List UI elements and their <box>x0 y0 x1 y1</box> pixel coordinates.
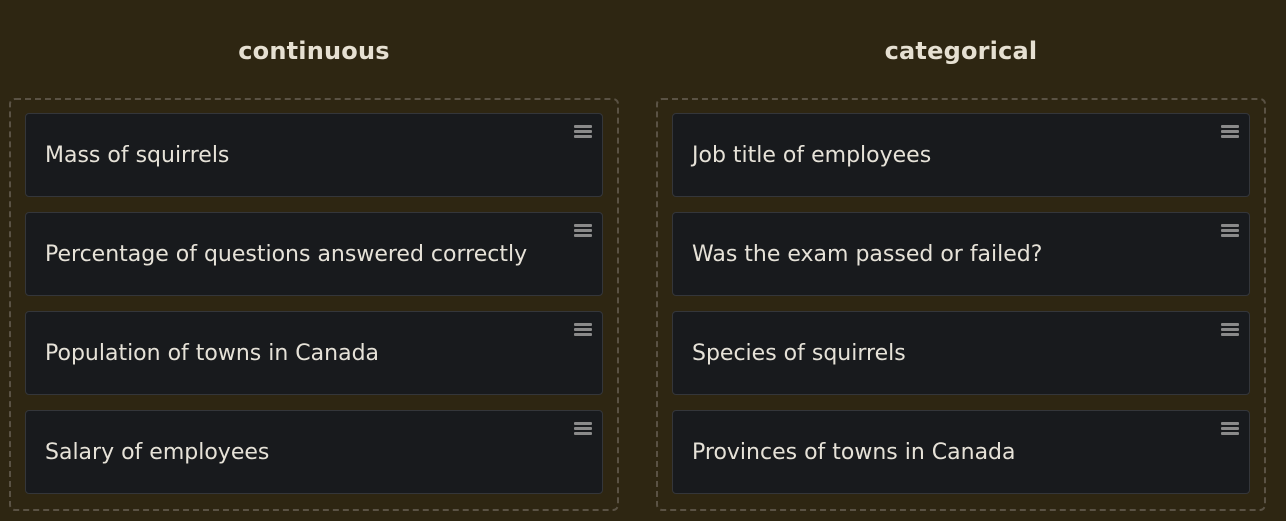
card-label: Provinces of towns in Canada <box>692 440 1016 465</box>
drag-handle-icon[interactable] <box>1221 224 1239 238</box>
drag-handle-icon[interactable] <box>574 125 592 139</box>
dropzone-continuous[interactable]: Mass of squirrels Percentage of question… <box>9 98 619 511</box>
column-title-continuous: continuous <box>238 37 390 65</box>
drag-handle-icon[interactable] <box>574 422 592 436</box>
card-label: Mass of squirrels <box>45 143 230 168</box>
drag-drop-board: continuous Mass of squirrels Percentage … <box>0 0 1286 521</box>
dropzone-categorical[interactable]: Job title of employees Was the exam pass… <box>656 98 1266 511</box>
draggable-card[interactable]: Population of towns in Canada <box>25 311 603 395</box>
draggable-card[interactable]: Was the exam passed or failed? <box>672 212 1250 296</box>
draggable-card[interactable]: Mass of squirrels <box>25 113 603 197</box>
card-label: Salary of employees <box>45 440 270 465</box>
card-label: Population of towns in Canada <box>45 341 380 366</box>
drag-handle-icon[interactable] <box>1221 125 1239 139</box>
draggable-card[interactable]: Percentage of questions answered correct… <box>25 212 603 296</box>
card-label: Species of squirrels <box>692 341 906 366</box>
drag-handle-icon[interactable] <box>1221 323 1239 337</box>
card-label: Was the exam passed or failed? <box>692 242 1043 267</box>
draggable-card[interactable]: Species of squirrels <box>672 311 1250 395</box>
column-title-categorical: categorical <box>884 37 1038 65</box>
draggable-card[interactable]: Provinces of towns in Canada <box>672 410 1250 494</box>
draggable-card[interactable]: Job title of employees <box>672 113 1250 197</box>
card-label: Percentage of questions answered correct… <box>45 242 528 267</box>
drag-handle-icon[interactable] <box>1221 422 1239 436</box>
drag-handle-icon[interactable] <box>574 224 592 238</box>
drag-handle-icon[interactable] <box>574 323 592 337</box>
draggable-card[interactable]: Salary of employees <box>25 410 603 494</box>
card-label: Job title of employees <box>692 143 932 168</box>
